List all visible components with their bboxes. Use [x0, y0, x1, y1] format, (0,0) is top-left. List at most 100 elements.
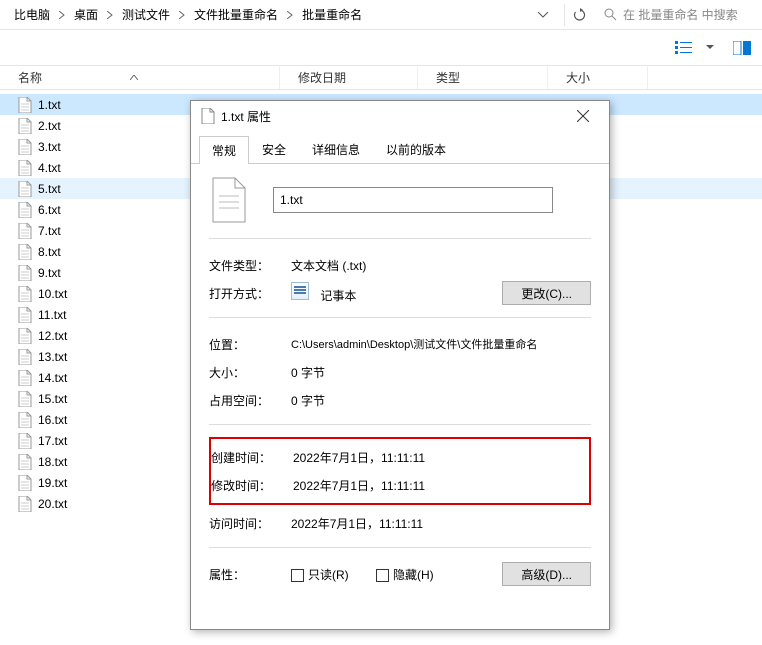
- breadcrumb-segment[interactable]: 批量重命名: [298, 4, 366, 25]
- file-name: 15.txt: [38, 392, 67, 406]
- attributes-label: 属性：: [209, 566, 291, 583]
- tab-0[interactable]: 常规: [199, 136, 249, 164]
- breadcrumb-segment[interactable]: 测试文件: [118, 4, 174, 25]
- txt-file-icon: [18, 181, 32, 197]
- search-placeholder: 在 批量重命名 中搜索: [623, 6, 738, 23]
- breadcrumb-segment[interactable]: 比电脑: [10, 4, 54, 25]
- file-name: 19.txt: [38, 476, 67, 490]
- accessed-value: 2022年7月1日，11:11:11: [291, 515, 591, 532]
- sizeondisk-value: 0 字节: [291, 392, 591, 409]
- dialog-body: 文件类型： 文本文档 (.txt) 打开方式： 记事本 更改(C)... 位置：…: [191, 164, 609, 600]
- size-value: 0 字节: [291, 364, 591, 381]
- view-dropdown-icon[interactable]: [706, 45, 714, 50]
- address-bar: 比电脑桌面测试文件文件批量重命名批量重命名 在 批量重命名 中搜索: [0, 0, 762, 30]
- filetype-label: 文件类型：: [209, 257, 291, 274]
- tab-2[interactable]: 详细信息: [299, 135, 373, 163]
- file-name: 1.txt: [38, 98, 61, 112]
- accessed-label: 访问时间：: [209, 515, 291, 532]
- file-name: 18.txt: [38, 455, 67, 469]
- dialog-titlebar[interactable]: 1.txt 属性: [191, 101, 609, 131]
- txt-file-icon: [18, 244, 32, 260]
- file-name: 10.txt: [38, 287, 67, 301]
- breadcrumb[interactable]: 比电脑桌面测试文件文件批量重命名批量重命名: [6, 4, 532, 25]
- txt-file-icon: [18, 454, 32, 470]
- column-size[interactable]: 大小: [548, 66, 648, 89]
- dialog-title: 1.txt 属性: [221, 108, 563, 125]
- txt-file-icon: [18, 391, 32, 407]
- close-icon: [577, 110, 589, 122]
- openwith-value: 记事本: [291, 282, 502, 304]
- filetype-value: 文本文档 (.txt): [291, 257, 591, 274]
- txt-file-icon: [18, 265, 32, 281]
- attributes-checks: 只读(R) 隐藏(H): [291, 566, 502, 583]
- refresh-icon[interactable]: [564, 4, 586, 26]
- change-button[interactable]: 更改(C)...: [502, 281, 591, 305]
- file-name: 5.txt: [38, 182, 61, 196]
- txt-file-icon: [18, 202, 32, 218]
- notepad-icon: [291, 282, 309, 300]
- search-input[interactable]: 在 批量重命名 中搜索: [596, 3, 756, 27]
- column-headers: 名称 修改日期 类型 大小: [0, 66, 762, 90]
- search-icon: [604, 8, 617, 21]
- openwith-label: 打开方式：: [209, 285, 291, 302]
- file-name: 2.txt: [38, 119, 61, 133]
- file-name: 16.txt: [38, 413, 67, 427]
- chevron-right-icon: [56, 11, 68, 19]
- txt-file-icon: [18, 328, 32, 344]
- txt-file-icon: [18, 223, 32, 239]
- breadcrumb-dropdown-icon[interactable]: [532, 4, 554, 26]
- dialog-tabs: 常规安全详细信息以前的版本: [191, 131, 609, 164]
- txt-file-icon: [18, 496, 32, 512]
- txt-file-icon: [18, 286, 32, 302]
- txt-file-icon: [18, 97, 32, 113]
- location-value: C:\Users\admin\Desktop\测试文件\文件批量重命名: [291, 336, 591, 352]
- details-view-icon[interactable]: [674, 39, 694, 57]
- file-name: 14.txt: [38, 371, 67, 385]
- chevron-right-icon: [176, 11, 188, 19]
- modified-value: 2022年7月1日，11:11:11: [293, 477, 589, 494]
- txt-file-icon: [18, 160, 32, 176]
- file-name: 13.txt: [38, 350, 67, 364]
- chevron-right-icon: [104, 11, 116, 19]
- tab-3[interactable]: 以前的版本: [373, 135, 459, 163]
- created-value: 2022年7月1日，11:11:11: [293, 449, 589, 466]
- time-highlight-box: 创建时间： 2022年7月1日，11:11:11 修改时间： 2022年7月1日…: [209, 437, 591, 505]
- file-name: 12.txt: [38, 329, 67, 343]
- tab-1[interactable]: 安全: [249, 135, 299, 163]
- file-name: 6.txt: [38, 203, 61, 217]
- sort-indicator-icon: [130, 75, 138, 80]
- close-button[interactable]: [563, 103, 603, 129]
- preview-pane-icon[interactable]: [732, 39, 752, 57]
- location-label: 位置：: [209, 336, 291, 353]
- created-label: 创建时间：: [211, 449, 293, 466]
- file-name: 3.txt: [38, 140, 61, 154]
- file-name: 8.txt: [38, 245, 61, 259]
- file-name: 11.txt: [38, 308, 66, 322]
- txt-file-icon: [18, 370, 32, 386]
- readonly-checkbox[interactable]: 只读(R): [291, 568, 349, 582]
- column-type[interactable]: 类型: [418, 66, 548, 89]
- breadcrumb-segment[interactable]: 文件批量重命名: [190, 4, 282, 25]
- file-name: 20.txt: [38, 497, 67, 511]
- large-file-icon: [209, 176, 249, 224]
- file-name: 7.txt: [38, 224, 61, 238]
- filename-input[interactable]: [273, 187, 553, 213]
- file-icon: [201, 108, 215, 124]
- txt-file-icon: [18, 307, 32, 323]
- size-label: 大小：: [209, 364, 291, 381]
- txt-file-icon: [18, 475, 32, 491]
- sizeondisk-label: 占用空间：: [209, 392, 291, 409]
- txt-file-icon: [18, 349, 32, 365]
- advanced-button[interactable]: 高级(D)...: [502, 562, 591, 586]
- properties-dialog: 1.txt 属性 常规安全详细信息以前的版本 文件类型： 文本文档 (.txt)…: [190, 100, 610, 630]
- column-name[interactable]: 名称: [0, 66, 280, 89]
- txt-file-icon: [18, 433, 32, 449]
- chevron-right-icon: [284, 11, 296, 19]
- breadcrumb-segment[interactable]: 桌面: [70, 4, 102, 25]
- file-name: 9.txt: [38, 266, 61, 280]
- file-name: 17.txt: [38, 434, 67, 448]
- column-date[interactable]: 修改日期: [280, 66, 418, 89]
- hidden-checkbox[interactable]: 隐藏(H): [376, 568, 434, 582]
- file-name: 4.txt: [38, 161, 61, 175]
- txt-file-icon: [18, 412, 32, 428]
